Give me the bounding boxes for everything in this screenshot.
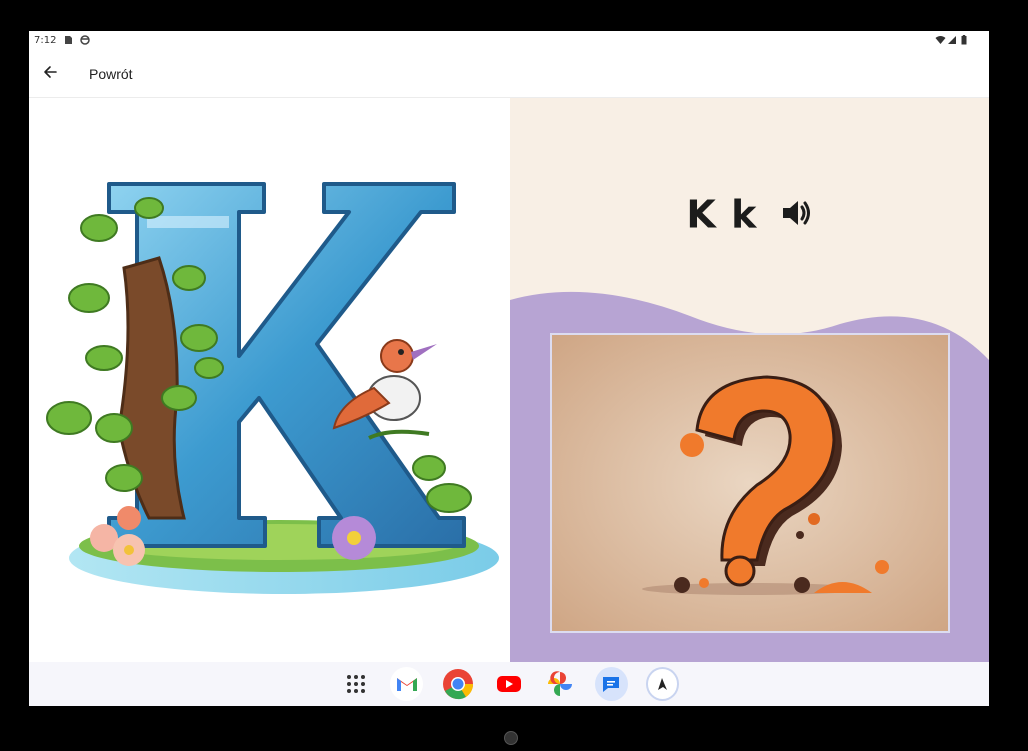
back-label[interactable]: Powrót	[89, 66, 133, 82]
home-button[interactable]	[504, 731, 518, 745]
app-dock	[339, 667, 679, 701]
letter-info-panel: K k	[510, 98, 989, 662]
device-screen: 7:12 Powrót K k	[29, 31, 989, 706]
status-time: 7:12	[34, 35, 57, 46]
app-drawer-icon[interactable]	[339, 667, 372, 701]
taskbar	[29, 662, 989, 706]
letter-k-illustration	[46, 182, 499, 594]
back-button[interactable]	[37, 61, 63, 87]
circle-status-icon	[80, 35, 90, 48]
lesson-content: K k	[29, 98, 989, 662]
letter-illustration-panel	[29, 98, 510, 662]
sim-card-icon	[64, 35, 73, 48]
photos-icon[interactable]	[544, 667, 577, 701]
chrome-icon[interactable]	[441, 667, 474, 701]
messages-icon[interactable]	[594, 667, 628, 701]
wifi-icon	[935, 35, 946, 48]
status-bar: 7:12	[29, 31, 989, 51]
app-bar: Powrót	[29, 51, 989, 98]
speaker-icon[interactable]	[781, 193, 813, 237]
letter-text: K k	[686, 192, 758, 237]
quiz-image[interactable]	[550, 333, 950, 633]
arrow-left-icon	[42, 64, 58, 85]
battery-icon	[961, 35, 967, 48]
app-icon[interactable]	[645, 667, 679, 701]
signal-icon	[948, 35, 957, 48]
letter-heading: K k	[510, 190, 989, 237]
question-mark-icon	[552, 335, 948, 631]
gmail-icon[interactable]	[390, 667, 424, 701]
youtube-icon[interactable]	[492, 667, 525, 701]
